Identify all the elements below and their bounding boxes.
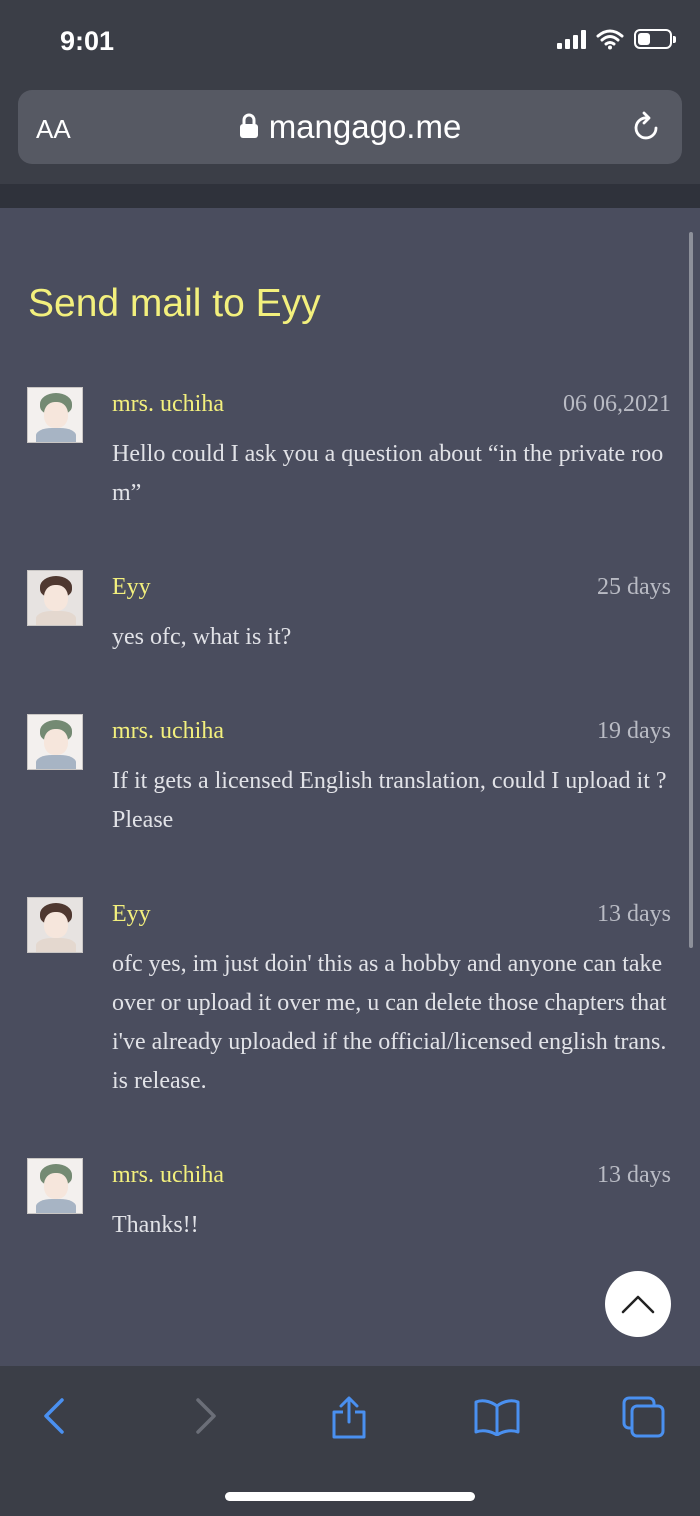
wifi-icon	[596, 29, 624, 50]
bookmarks-icon[interactable]	[473, 1398, 521, 1436]
back-icon[interactable]	[40, 1396, 70, 1436]
message-date: 13 days	[597, 1162, 671, 1188]
message-sender[interactable]: mrs. uchiha	[112, 718, 224, 745]
chrome-divider	[0, 184, 700, 208]
back-to-top-button[interactable]	[605, 1271, 671, 1337]
avatar[interactable]	[27, 1158, 83, 1214]
url-text: mangago.me	[268, 108, 462, 145]
message-text: Thanks!!	[112, 1212, 199, 1238]
lock-icon	[239, 113, 258, 139]
status-bar: 9:01	[0, 0, 700, 80]
share-icon[interactable]	[330, 1396, 368, 1440]
status-time: 9:01	[60, 26, 115, 56]
avatar[interactable]	[27, 714, 83, 770]
message-date: 19 days	[597, 718, 671, 744]
avatar[interactable]	[27, 387, 83, 443]
message-sender[interactable]: mrs. uchiha	[112, 391, 224, 418]
battery-icon	[634, 29, 676, 49]
message-text: ofc yes, im just doin' this as a hobby a…	[112, 951, 667, 1094]
forward-icon[interactable]	[190, 1396, 220, 1436]
message-sender[interactable]: Eyy	[112, 901, 151, 928]
address-bar[interactable]: AA mangago.me	[18, 90, 682, 164]
message-date: 06 06,2021	[563, 391, 671, 417]
status-icons	[557, 28, 676, 50]
reload-icon[interactable]	[632, 110, 662, 144]
home-indicator	[225, 1492, 475, 1501]
message-text: If it gets a licensed English translatio…	[112, 768, 667, 833]
page-title: Send mail to Eyy	[28, 282, 321, 325]
avatar[interactable]	[27, 897, 83, 953]
chevron-up-icon	[621, 1295, 655, 1314]
avatar[interactable]	[27, 570, 83, 626]
tabs-icon[interactable]	[622, 1396, 666, 1438]
scrollbar[interactable]	[689, 232, 693, 948]
message-sender[interactable]: mrs. uchiha	[112, 1162, 224, 1189]
message-date: 25 days	[597, 574, 671, 600]
message-text: yes ofc, what is it?	[112, 624, 292, 650]
message-sender[interactable]: Eyy	[112, 574, 151, 601]
bottom-toolbar	[0, 1366, 700, 1516]
message-date: 13 days	[597, 901, 671, 927]
message-text: Hello could I ask you a question about “…	[112, 441, 664, 506]
cellular-signal-icon	[557, 29, 586, 49]
